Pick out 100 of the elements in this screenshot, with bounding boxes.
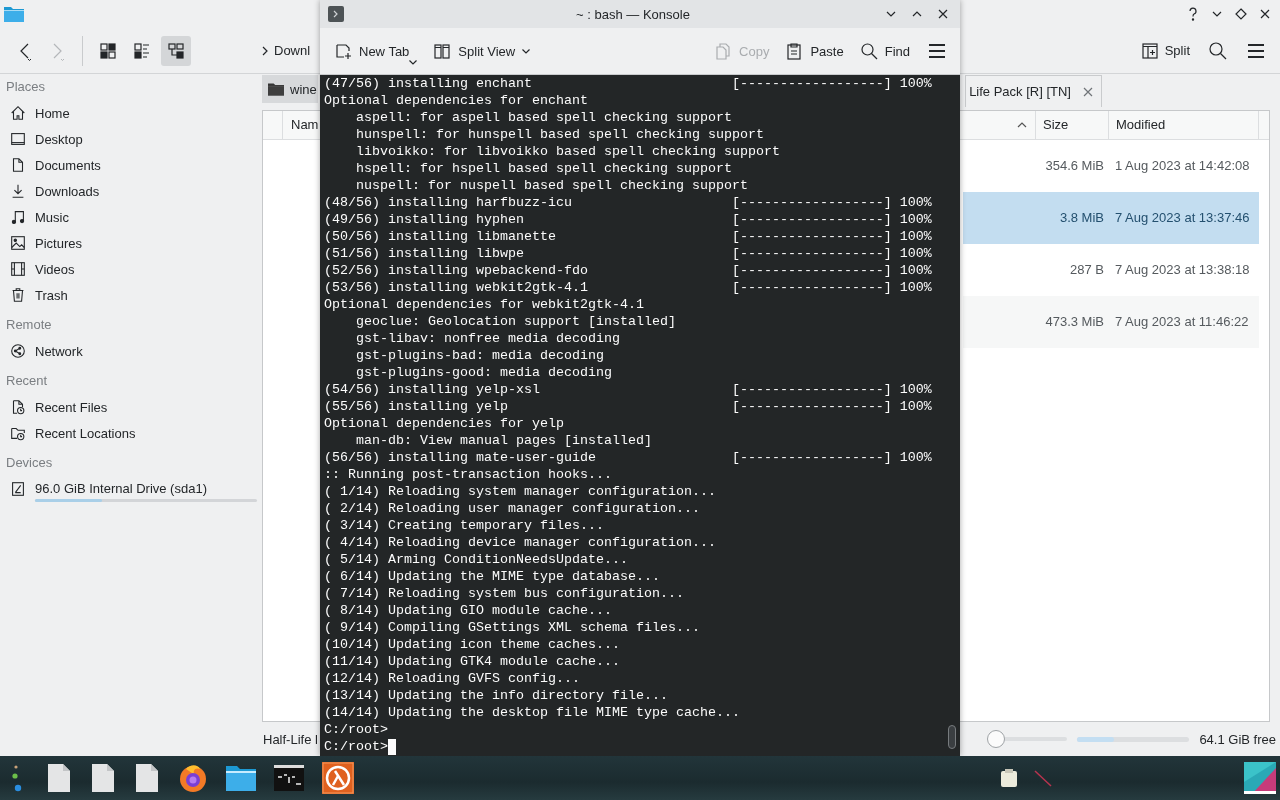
file-row[interactable]: 3.8 MiB 7 Aug 2023 at 13:37:46 <box>963 191 1259 244</box>
grid-icon <box>99 41 117 60</box>
column-header[interactable]: Size <box>1035 110 1108 139</box>
tab[interactable]: Life Pack [R] [TN] <box>965 75 1102 107</box>
section-heading: Recent <box>6 372 49 390</box>
terminal-line: (12/14) Reloading GVFS config... <box>324 670 580 687</box>
browser-icon[interactable] <box>178 763 208 793</box>
sidebar-item[interactable]: Recent Files <box>6 394 262 420</box>
help-icon <box>1187 7 1199 21</box>
terminal-line: (49/56) installing hyphen <box>324 211 524 228</box>
app-icon[interactable] <box>322 762 354 794</box>
scrollbar-handle[interactable] <box>948 725 956 749</box>
terminal-line: libvoikko: for libvoikko based spell checking support <box>356 143 780 160</box>
new-tab-icon <box>334 42 352 60</box>
sidebar-item[interactable]: Desktop <box>6 126 262 152</box>
terminal-line: (47/56) installing enchant <box>324 75 532 92</box>
paste-button[interactable]: Paste <box>785 36 844 66</box>
shell-prompt: C:/root> <box>324 721 388 738</box>
pager-icon[interactable] <box>1244 762 1276 794</box>
breadcrumb-item[interactable]: Downl <box>261 43 311 58</box>
search-icon <box>859 42 878 60</box>
terminal-line: geoclue: Geolocation support [installed] <box>356 313 676 330</box>
sidebar-item[interactable]: Music <box>6 204 262 230</box>
size-cell-text: 287 B <box>1069 262 1105 278</box>
list-icon <box>133 41 151 60</box>
caret-icon <box>522 48 531 54</box>
chevron-right-icon <box>261 44 269 57</box>
column-header[interactable]: Nam <box>282 110 320 139</box>
file-row[interactable]: 287 B 7 Aug 2023 at 13:38:18 <box>963 243 1259 296</box>
document-icon[interactable] <box>134 763 160 793</box>
split-view-icon <box>433 42 452 60</box>
file-row[interactable]: 473.3 MiB 7 Aug 2023 at 11:46:22 <box>963 295 1259 348</box>
tab[interactable]: wine <box>262 75 318 103</box>
details-view-button[interactable] <box>161 35 191 66</box>
terminal-line: (48/56) installing harfbuzz-icu <box>324 194 572 211</box>
status-text: Half-Life l <box>263 731 318 747</box>
terminal-line: ( 2/14) Reloading user manager configuration... <box>324 500 700 517</box>
document-icon[interactable] <box>46 763 72 793</box>
caret-icon <box>409 60 418 65</box>
tree-icon <box>167 41 185 60</box>
terminal-line: hspell: for hspell based spell checking support <box>356 160 732 177</box>
percent-text: 100% <box>899 228 932 245</box>
terminal-line: man-db: View manual pages [installed] <box>356 432 652 449</box>
percent-text: 100% <box>899 279 932 296</box>
folder-icon <box>268 82 284 96</box>
terminal-line: (51/56) installing libwpe <box>324 245 524 262</box>
sidebar-item[interactable]: Trash <box>6 282 262 308</box>
column-header[interactable]: Modified <box>1108 110 1259 139</box>
free-space-text: 64.1 GiB free <box>1199 731 1276 747</box>
window-title: ~ : bash — Konsole <box>575 6 691 22</box>
progress-text: [------------------] <box>731 75 892 92</box>
terminal-line: Optional dependencies for webkit2gtk-4.1 <box>324 296 644 313</box>
sidebar-item[interactable]: Videos <box>6 256 262 282</box>
sidebar-item[interactable]: Pictures <box>6 230 262 256</box>
percent-text: 100% <box>899 245 932 262</box>
progress-text: [------------------] <box>731 279 892 296</box>
terminal-line: :: Running post-transaction hooks... <box>324 466 612 483</box>
terminal-line: ( 4/14) Reloading device manager configuration... <box>324 534 716 551</box>
terminal-line: Optional dependencies for enchant <box>324 92 588 109</box>
folder-icon[interactable] <box>226 765 256 791</box>
clipboard-icon[interactable] <box>1000 768 1018 788</box>
document-icon[interactable] <box>90 763 116 793</box>
music-note-icon <box>9 208 27 226</box>
size-cell-text: 354.6 MiB <box>1044 158 1105 174</box>
terminal-line: aspell: for aspell based spell checking support <box>356 109 732 126</box>
date-cell-text: 7 Aug 2023 at 13:38:18 <box>1114 262 1251 278</box>
sidebar-item[interactable]: Recent Locations <box>6 420 262 446</box>
sidebar-item[interactable]: 96.0 GiB Internal Drive (sda1) <box>6 476 262 502</box>
section-heading: Remote <box>6 316 53 334</box>
drive-icon <box>9 480 27 498</box>
terminal-line: ( 8/14) Updating GIO module cache... <box>324 602 612 619</box>
progress-text: [------------------] <box>731 228 892 245</box>
terminal-line: gst-libav: nonfree media decoding <box>356 330 620 347</box>
find-button[interactable]: Find <box>859 36 910 66</box>
slash-icon[interactable] <box>1034 769 1052 787</box>
section-heading: Places <box>6 78 47 96</box>
terminal-icon[interactable] <box>274 765 304 791</box>
zoom-slider[interactable] <box>987 729 1068 750</box>
terminal-line: gst-plugins-good: media decoding <box>356 364 612 381</box>
progress-text: [------------------] <box>731 398 892 415</box>
sidebar-item[interactable]: Network <box>6 338 262 364</box>
split-button[interactable]: Split <box>1136 35 1194 66</box>
sidebar-item[interactable]: Home <box>6 100 262 126</box>
paste-icon <box>785 42 804 60</box>
progress-text: [------------------] <box>731 194 892 211</box>
terminal-line: gst-plugins-bad: media decoding <box>356 347 604 364</box>
file-row[interactable]: 354.6 MiB 1 Aug 2023 at 14:42:08 <box>963 139 1259 192</box>
new-tab-button[interactable]: New Tab <box>334 36 418 66</box>
percent-text: 100% <box>899 398 932 415</box>
picture-icon <box>9 234 27 252</box>
split-view-button[interactable]: Split View <box>433 36 531 66</box>
sidebar-item[interactable]: Downloads <box>6 178 262 204</box>
size-cell-text: 3.8 MiB <box>1058 210 1105 226</box>
terminal-line: (55/56) installing yelp <box>324 398 508 415</box>
sidebar-item[interactable]: Documents <box>6 152 262 178</box>
monitor-icon <box>9 130 27 148</box>
home-icon <box>9 104 27 122</box>
terminal-line: nuspell: for nuspell based spell checking support <box>356 177 748 194</box>
date-cell-text: 1 Aug 2023 at 14:42:08 <box>1114 158 1251 174</box>
close-icon <box>937 8 949 20</box>
